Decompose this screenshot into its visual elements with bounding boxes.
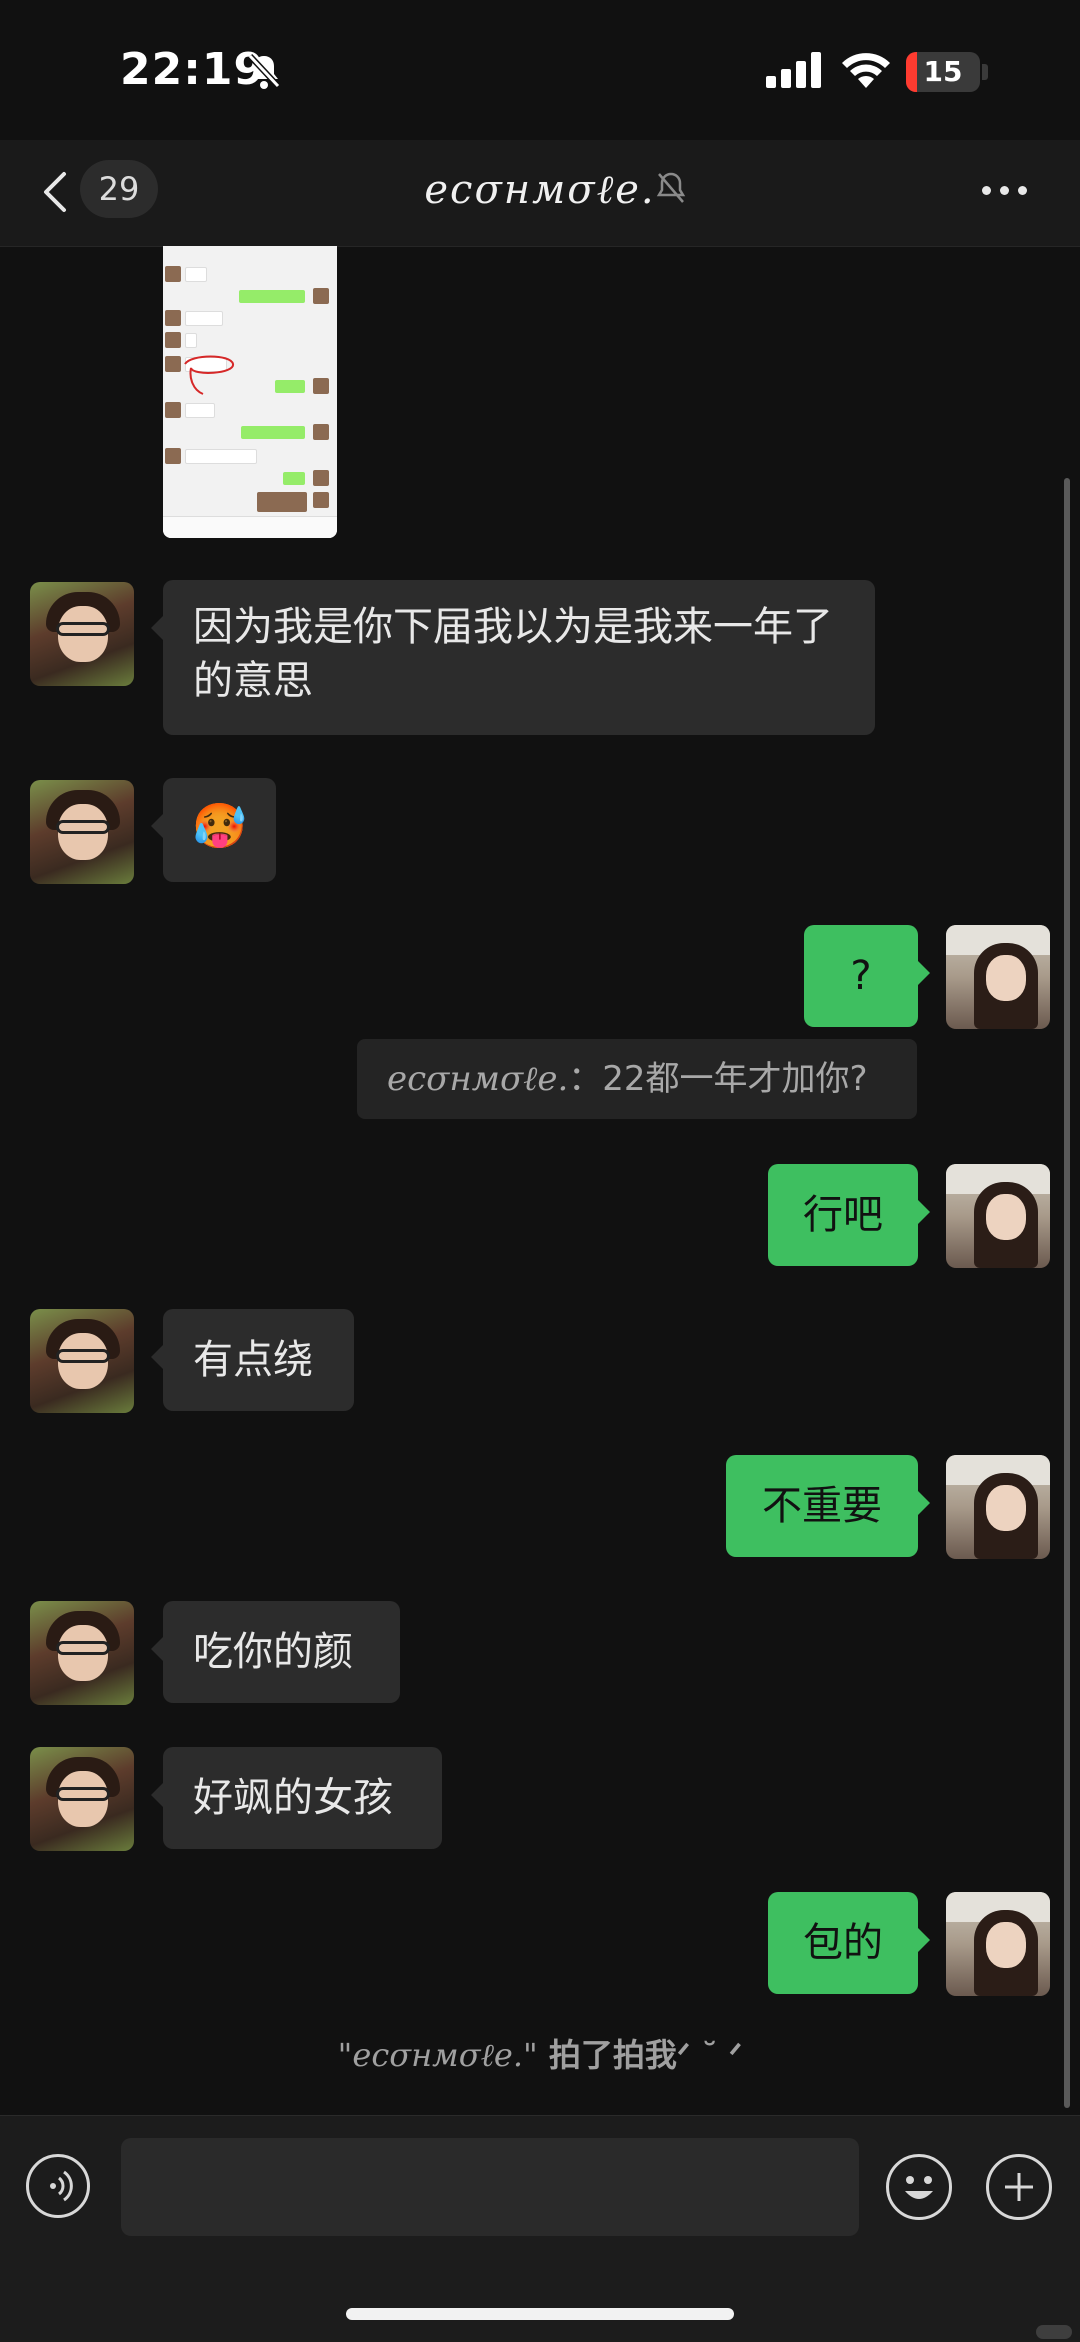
contact-avatar[interactable] <box>30 1601 134 1705</box>
status-time: 22:19 <box>120 44 266 95</box>
shared-screenshot-image[interactable] <box>163 246 337 538</box>
watermark-logo <box>1036 2325 1072 2339</box>
pat-system-message: "ecσнмσℓe." 拍了拍我ᐟ ˘ ᐟ <box>0 2030 1080 2076</box>
my-avatar[interactable] <box>946 1164 1050 1268</box>
input-bar <box>0 2115 1080 2342</box>
message-bubble-incoming[interactable]: 因为我是你下届我以为是我来一年了的意思 <box>151 580 875 735</box>
pat-text: 拍了拍我ᐟ ˘ ᐟ <box>537 2036 743 2074</box>
contact-avatar[interactable] <box>30 582 134 686</box>
status-bar: 22:19 15 <box>0 0 1080 140</box>
quoted-sender-name: ecσнмσℓe. <box>387 1059 569 1099</box>
contact-avatar[interactable] <box>30 780 134 884</box>
scrollbar[interactable] <box>1064 478 1070 2108</box>
message-bubble-outgoing[interactable]: ? <box>804 925 930 1027</box>
chat-header: 29 ecσнмσℓe. <box>0 140 1080 247</box>
message-bubble-incoming[interactable]: 有点绕 <box>151 1309 354 1411</box>
emoji-message-bubble[interactable]: 🥵 <box>151 778 276 882</box>
contact-avatar[interactable] <box>30 1747 134 1851</box>
muted-bell-icon <box>656 172 686 203</box>
quote-separator: ： <box>568 1059 603 1099</box>
my-avatar[interactable] <box>946 1455 1050 1559</box>
contact-avatar[interactable] <box>30 1309 134 1413</box>
home-indicator[interactable] <box>346 2308 734 2320</box>
cellular-signal-icon <box>766 52 821 88</box>
battery-percent: 15 <box>923 55 963 88</box>
more-icon[interactable] <box>982 180 1042 204</box>
chat-title[interactable]: ecσнмσℓe. <box>0 166 1080 213</box>
my-avatar[interactable] <box>946 1892 1050 1996</box>
plus-icon[interactable] <box>986 2154 1052 2220</box>
message-bubble-outgoing[interactable]: 不重要 <box>726 1455 930 1557</box>
message-bubble-outgoing[interactable]: 包的 <box>768 1892 930 1994</box>
pat-sender-name: "ecσнмσℓe." <box>337 2036 538 2074</box>
battery-tip <box>982 64 988 80</box>
voice-icon[interactable] <box>26 2154 90 2218</box>
quoted-text: 22都一年才加你? <box>602 1059 868 1099</box>
wifi-icon <box>842 53 890 88</box>
red-circle-annotation <box>184 355 234 395</box>
message-input[interactable] <box>121 2138 859 2236</box>
bell-slash-icon <box>247 53 281 89</box>
message-bubble-incoming[interactable]: 吃你的颜 <box>151 1601 400 1703</box>
message-bubble-outgoing[interactable]: 行吧 <box>768 1164 930 1266</box>
my-avatar[interactable] <box>946 925 1050 1029</box>
emoji-face-icon[interactable] <box>886 2154 952 2220</box>
quoted-message[interactable]: ecσнмσℓe.：22都一年才加你? <box>357 1039 917 1119</box>
battery-icon: 15 <box>906 52 980 92</box>
message-bubble-incoming[interactable]: 好飒的女孩 <box>151 1747 442 1849</box>
